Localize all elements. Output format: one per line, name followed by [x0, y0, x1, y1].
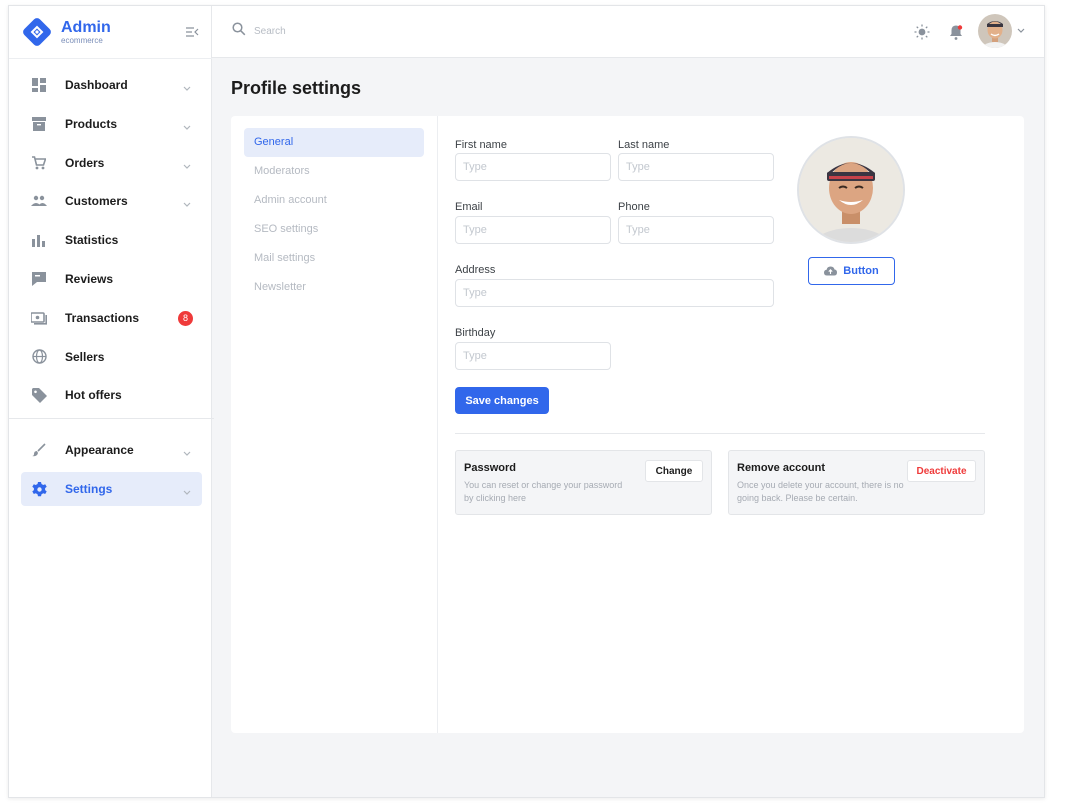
first-name-field[interactable]	[455, 153, 611, 181]
brand-name: Admin	[61, 18, 111, 36]
birthday-label: Birthday	[455, 327, 496, 339]
sidebar-divider	[9, 418, 214, 420]
sidebar-item-transactions[interactable]: Transactions 8	[21, 301, 202, 335]
sidebar-item-label: Statistics	[65, 233, 119, 248]
sidebar-item-orders[interactable]: Orders	[21, 146, 202, 180]
upload-button-label: Button	[843, 265, 879, 277]
settings-tab-newsletter[interactable]: Newsletter	[244, 273, 424, 302]
sidebar-divider	[9, 58, 212, 59]
last-name-label: Last name	[618, 139, 670, 151]
sidebar-item-dashboard[interactable]: Dashboard	[21, 68, 202, 102]
sidebar-item-products[interactable]: Products	[21, 107, 202, 141]
password-panel-title: Password	[464, 462, 516, 474]
collapse-sidebar-icon[interactable]	[185, 25, 199, 39]
sidebar-item-label: Customers	[65, 194, 128, 209]
brand[interactable]: Admin ecommerce	[21, 16, 111, 48]
app-window: Admin ecommerce Dashboard Products Order…	[8, 5, 1045, 798]
email-label: Email	[455, 201, 483, 213]
chevron-down-icon	[182, 445, 192, 457]
email-field[interactable]	[455, 216, 611, 244]
globe-icon	[31, 349, 47, 365]
sidebar-item-customers[interactable]: Customers	[21, 184, 202, 218]
sidebar-item-settings[interactable]: Settings	[21, 472, 202, 507]
money-icon	[31, 310, 47, 326]
last-name-field[interactable]	[618, 153, 774, 181]
brand-logo-icon	[21, 16, 53, 48]
sidebar-item-label: Appearance	[65, 443, 134, 458]
bar-chart-icon	[31, 232, 47, 248]
dashboard-icon	[31, 77, 47, 93]
chevron-down-icon	[182, 484, 192, 496]
search-bar[interactable]: Search	[232, 22, 286, 41]
remove-account-title: Remove account	[737, 462, 826, 474]
sidebar-item-sellers[interactable]: Sellers	[21, 340, 202, 374]
sidebar-item-label: Hot offers	[65, 388, 122, 403]
settings-nav: General Moderators Admin account SEO set…	[244, 128, 424, 302]
change-password-button[interactable]: Change	[645, 460, 703, 482]
sidebar-item-label: Reviews	[65, 271, 114, 286]
user-menu[interactable]	[978, 14, 1026, 48]
save-changes-button[interactable]: Save changes	[455, 387, 549, 414]
cloud-upload-icon	[824, 264, 838, 279]
gear-icon	[31, 481, 47, 497]
sidebar-item-appearance[interactable]: Appearance	[21, 433, 202, 467]
sidebar-item-label: Settings	[65, 482, 113, 497]
chevron-down-icon	[182, 119, 192, 130]
password-panel-description: You can reset or change your password by…	[464, 480, 623, 503]
birthday-field[interactable]	[455, 342, 611, 370]
brand-subtitle: ecommerce	[61, 35, 103, 45]
settings-tab-moderators[interactable]: Moderators	[244, 157, 424, 186]
comment-icon	[31, 271, 47, 287]
cart-icon	[31, 155, 47, 171]
chevron-down-icon	[182, 158, 192, 169]
avatar	[978, 14, 1012, 48]
address-label: Address	[455, 264, 496, 276]
bell-icon[interactable]	[948, 24, 964, 40]
settings-tab-admin-account[interactable]: Admin account	[244, 186, 424, 215]
first-name-label: First name	[455, 139, 507, 151]
sidebar-item-hot-offers[interactable]: Hot offers	[21, 378, 202, 412]
brush-icon	[31, 442, 47, 458]
settings-tab-seo-settings[interactable]: SEO settings	[244, 215, 424, 244]
people-icon	[31, 193, 47, 209]
notification-badge: 8	[178, 310, 193, 326]
sidebar-nav: Dashboard Products Orders Customers Stat	[9, 68, 214, 511]
chevron-down-icon	[182, 80, 192, 91]
settings-tab-general[interactable]: General	[244, 128, 424, 157]
sidebar-item-reviews[interactable]: Reviews	[21, 262, 202, 296]
phone-field[interactable]	[618, 216, 774, 244]
chevron-down-icon	[1016, 22, 1026, 40]
chevron-down-icon	[182, 196, 192, 208]
top-header: Search	[212, 6, 1044, 58]
deactivate-button[interactable]: Deactivate	[907, 460, 976, 482]
sidebar: Admin ecommerce Dashboard Products Order…	[9, 6, 214, 797]
profile-photo	[797, 136, 905, 244]
upload-photo-button[interactable]: Button	[808, 257, 895, 285]
address-field[interactable]	[455, 279, 774, 307]
sidebar-item-label: Orders	[65, 155, 105, 170]
sidebar-item-label: Dashboard	[65, 78, 128, 92]
sidebar-item-label: Products	[65, 116, 118, 131]
remove-account-panel: Remove account Once you delete your acco…	[728, 450, 985, 515]
search-icon	[232, 22, 246, 41]
password-panel: Password You can reset or change your pa…	[455, 450, 712, 515]
search-input[interactable]: Search	[254, 26, 286, 37]
section-divider	[455, 433, 985, 434]
settings-card: General Moderators Admin account SEO set…	[231, 116, 1024, 733]
sun-icon[interactable]	[914, 24, 930, 40]
remove-account-description: Once you delete your account, there is n…	[737, 480, 904, 503]
sidebar-item-label: Sellers	[65, 349, 105, 364]
card-divider	[437, 116, 438, 733]
sidebar-item-statistics[interactable]: Statistics	[21, 223, 202, 257]
sidebar-item-label: Transactions	[65, 310, 140, 325]
tag-icon	[31, 387, 47, 403]
settings-tab-mail-settings[interactable]: Mail settings	[244, 244, 424, 273]
archive-box-icon	[31, 116, 47, 132]
phone-label: Phone	[618, 201, 650, 213]
page-title: Profile settings	[231, 78, 362, 98]
